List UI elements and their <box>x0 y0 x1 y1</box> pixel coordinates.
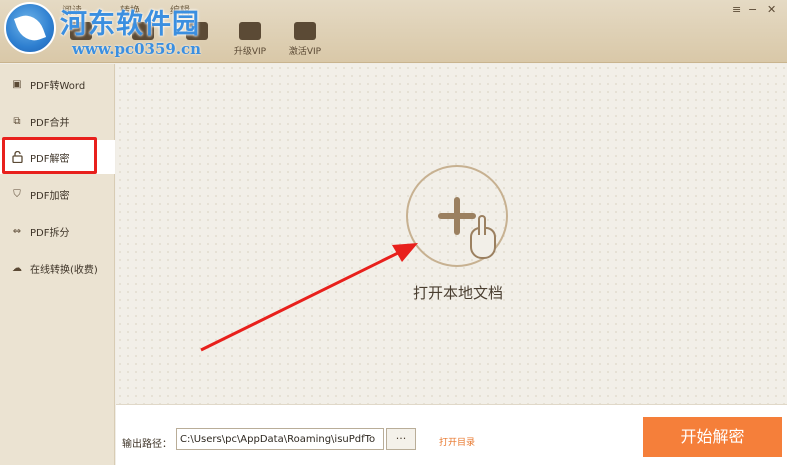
shield-icon: ⛉ <box>13 188 21 200</box>
sidebar-item-online-convert[interactable]: ☁ 在线转换(收费) <box>0 251 115 285</box>
open-directory-link[interactable]: 打开目录 <box>439 435 475 448</box>
close-icon[interactable]: ✕ <box>767 3 776 16</box>
sidebar: ▣ PDF转Word ⧉ PDF合并 PDF解密 ⛉ PDF加密 ⇔ PDF拆分… <box>0 64 115 465</box>
open-local-file-button[interactable] <box>406 165 508 267</box>
cloud-icon: ☁ <box>12 262 22 274</box>
crown-icon <box>239 22 261 40</box>
menu-icon[interactable]: ≡ <box>732 3 741 16</box>
app-logo <box>4 2 56 54</box>
top-toolbar: 阅读 转换 编辑 升级VIP 激活VIP 河东软件园 www.pc0359.cn… <box>0 0 787 63</box>
split-icon: ⇔ <box>12 225 22 237</box>
sidebar-item-label: PDF合并 <box>30 117 70 129</box>
activate-vip-button[interactable]: 激活VIP <box>280 22 330 57</box>
merge-icon: ⧉ <box>13 115 21 127</box>
minimize-icon[interactable]: − <box>748 3 757 16</box>
sidebar-item-label: PDF加密 <box>30 190 70 202</box>
highlight-box <box>2 137 97 174</box>
upgrade-vip-button[interactable]: 升级VIP <box>225 22 275 57</box>
output-path-field[interactable] <box>176 428 384 450</box>
sidebar-item-pdf-split[interactable]: ⇔ PDF拆分 <box>0 214 115 248</box>
watermark-site-name: 河东软件园 <box>60 9 200 40</box>
bottom-bar: 输出路径： ··· 打开目录 开始解密 <box>116 404 787 465</box>
output-path-label: 输出路径： <box>122 439 172 450</box>
watermark-url: www.pc0359.cn <box>72 40 202 58</box>
user-key-icon <box>294 22 316 40</box>
sidebar-item-label: 在线转换(收费) <box>30 264 98 276</box>
hand-pointer-icon <box>470 215 496 259</box>
browse-button[interactable]: ··· <box>386 428 416 450</box>
activate-vip-label: 激活VIP <box>288 47 322 57</box>
sidebar-item-pdf-merge[interactable]: ⧉ PDF合并 <box>0 104 115 138</box>
word-convert-icon: ▣ <box>12 78 22 90</box>
sidebar-item-pdf-encrypt[interactable]: ⛉ PDF加密 <box>0 177 115 211</box>
sidebar-item-label: PDF转Word <box>30 80 86 92</box>
open-local-file-label[interactable]: 打开本地文档 <box>398 282 518 303</box>
start-decrypt-button[interactable]: 开始解密 <box>643 417 782 457</box>
sidebar-item-pdf-to-word[interactable]: ▣ PDF转Word <box>0 67 115 101</box>
sidebar-item-label: PDF拆分 <box>30 227 70 239</box>
upgrade-vip-label: 升级VIP <box>233 47 267 57</box>
plus-icon-vertical <box>454 197 460 235</box>
